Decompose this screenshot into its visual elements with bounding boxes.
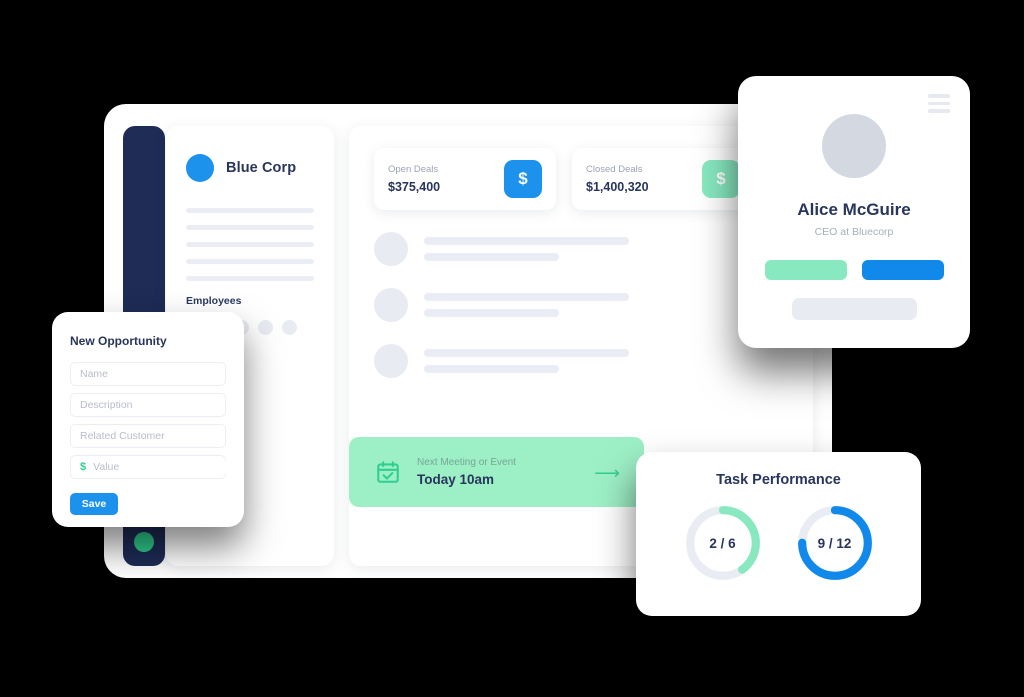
profile-role: CEO at Bluecorp — [814, 226, 894, 238]
description-input[interactable] — [70, 393, 226, 417]
profile-action-blue-button[interactable] — [861, 260, 944, 280]
company-detail-skeleton — [186, 208, 314, 281]
stat-card-open-deals[interactable]: Open Deals $375,400 $ — [374, 148, 556, 210]
hamburger-menu-icon[interactable] — [928, 94, 950, 117]
meeting-value: Today 10am — [417, 472, 495, 487]
task-gauge-green: 2 / 6 — [682, 502, 764, 584]
new-opportunity-card: New Opportunity $ Save — [52, 312, 244, 527]
stat-value: $1,400,320 — [586, 180, 649, 194]
employees-label: Employees — [186, 295, 242, 307]
name-input[interactable] — [70, 362, 226, 386]
value-input[interactable] — [93, 461, 229, 473]
list-item[interactable] — [374, 344, 813, 378]
list-item-skeleton — [424, 349, 813, 373]
new-opportunity-title: New Opportunity — [70, 334, 167, 348]
calendar-check-icon — [377, 461, 399, 483]
company-avatar-circle-icon — [186, 154, 214, 182]
skeleton-line — [186, 276, 314, 281]
menu-bar — [928, 109, 950, 113]
profile-action-green-button[interactable] — [764, 260, 847, 280]
related-customer-input[interactable] — [70, 424, 226, 448]
stat-value: $375,400 — [388, 180, 441, 194]
arrow-right-icon[interactable]: ⟶ — [594, 464, 620, 482]
stat-card-closed-deals[interactable]: Closed Deals $1,400,320 $ — [572, 148, 754, 210]
skeleton-line — [186, 259, 314, 264]
stat-label: Closed Deals — [586, 164, 643, 175]
avatar-placeholder-icon — [374, 344, 408, 378]
skeleton-line — [424, 349, 629, 357]
meeting-text: Next Meeting or Event Today 10am — [417, 457, 516, 487]
profile-detail-field[interactable] — [791, 298, 917, 320]
stat-text: Open Deals $375,400 — [374, 164, 440, 194]
avatar-placeholder-icon — [374, 288, 408, 322]
company-header: Blue Corp — [166, 126, 334, 182]
currency-icon: $ — [80, 461, 87, 473]
dollar-icon: $ — [702, 160, 740, 198]
stat-label: Open Deals — [388, 164, 439, 175]
value-field-wrapper[interactable]: $ — [70, 455, 229, 479]
next-meeting-banner[interactable]: Next Meeting or Event Today 10am ⟶ — [349, 437, 644, 507]
online-status-dot — [134, 532, 154, 552]
avatar-placeholder-icon — [374, 232, 408, 266]
skeleton-line — [186, 242, 314, 247]
menu-bar — [928, 94, 950, 98]
skeleton-line — [424, 293, 629, 301]
profile-card: Alice McGuire CEO at Bluecorp — [738, 76, 970, 348]
save-button[interactable]: Save — [70, 493, 118, 515]
company-name: Blue Corp — [226, 160, 297, 176]
task-gauge-blue-label: 9 / 12 — [817, 535, 852, 551]
task-gauge-blue: 9 / 12 — [794, 502, 876, 584]
skeleton-line — [424, 309, 559, 317]
task-gauge-green-label: 2 / 6 — [709, 535, 736, 551]
profile-action-row — [738, 260, 970, 280]
dollar-icon: $ — [504, 160, 542, 198]
skeleton-line — [186, 208, 314, 213]
illustration-stage: Blue Corp Employees Open Deals $375,400 … — [0, 0, 1024, 697]
task-performance-card: Task Performance 2 / 6 9 / 12 — [636, 452, 921, 616]
skeleton-line — [424, 253, 559, 261]
skeleton-line — [186, 225, 314, 230]
menu-bar — [928, 101, 950, 105]
meeting-label: Next Meeting or Event — [417, 457, 516, 468]
task-performance-title: Task Performance — [716, 472, 841, 488]
profile-name: Alice McGuire — [797, 200, 911, 219]
employee-avatar[interactable] — [282, 320, 297, 335]
employee-avatar[interactable] — [258, 320, 273, 335]
user-avatar-placeholder-icon — [822, 114, 886, 178]
stat-text: Closed Deals $1,400,320 — [572, 164, 649, 194]
task-gauge-row: 2 / 6 9 / 12 — [636, 502, 921, 584]
skeleton-line — [424, 237, 629, 245]
skeleton-line — [424, 365, 559, 373]
